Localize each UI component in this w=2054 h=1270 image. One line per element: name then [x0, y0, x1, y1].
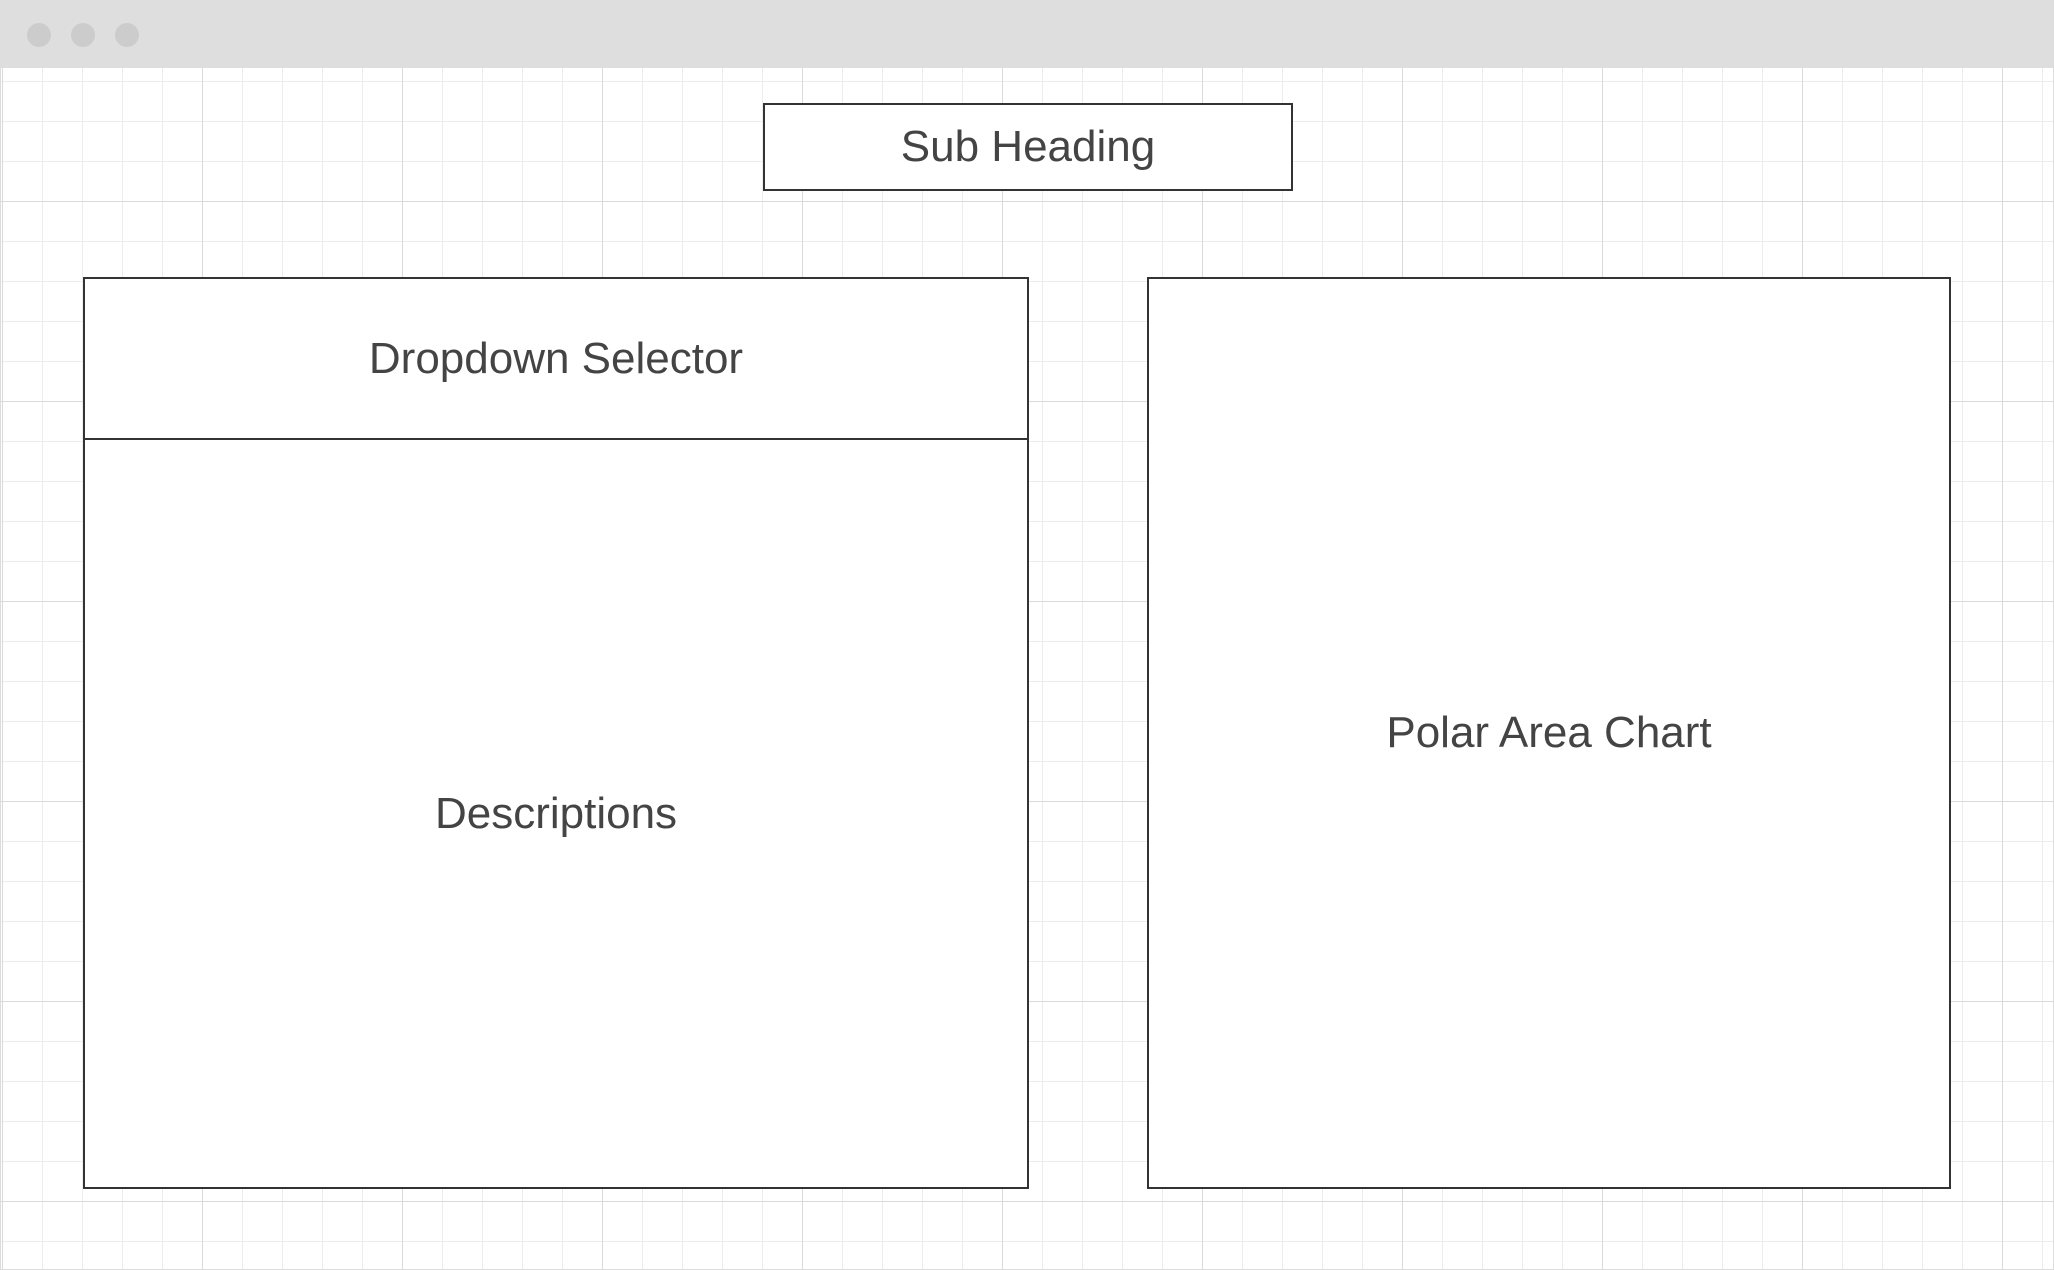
sub-heading-label: Sub Heading [900, 122, 1156, 171]
sub-heading-box: Sub Heading [763, 103, 1293, 191]
polar-area-chart-label: Polar Area Chart [1386, 708, 1712, 757]
polar-area-chart-placeholder: Polar Area Chart [1147, 277, 1951, 1189]
dropdown-selector[interactable]: Dropdown Selector [85, 279, 1027, 440]
window-minimize-dot-icon[interactable] [71, 23, 95, 47]
dropdown-selector-label: Dropdown Selector [368, 333, 744, 383]
left-panel: Dropdown Selector Descriptions [83, 277, 1029, 1189]
descriptions-label: Descriptions [434, 788, 678, 838]
window-maximize-dot-icon[interactable] [115, 23, 139, 47]
browser-window: Sub Heading Dropdown Selector Descriptio… [0, 0, 2054, 1270]
window-titlebar [1, 1, 2053, 68]
window-close-dot-icon[interactable] [27, 23, 51, 47]
descriptions-area: Descriptions [85, 440, 1027, 1187]
